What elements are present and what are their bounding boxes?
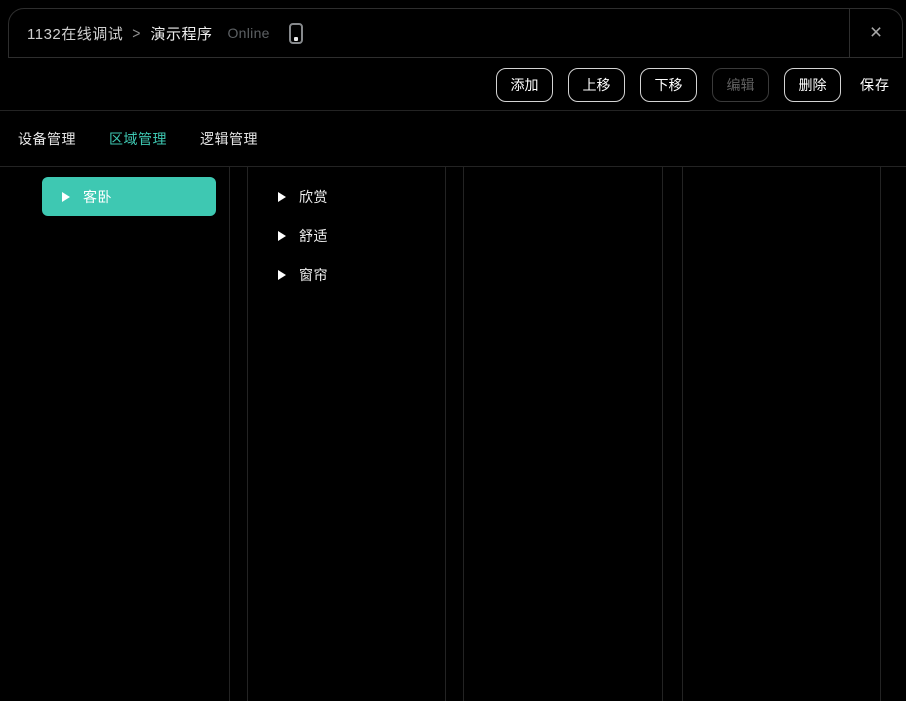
tree-item[interactable]: 欣赏 [248,177,445,216]
tree-item-label: 客卧 [83,188,112,205]
breadcrumb-current: 演示程序 [150,25,213,43]
panel-level-1: 客卧 [0,167,230,701]
breadcrumb-root[interactable]: 1132在线调试 [27,23,123,44]
toolbar-button-2[interactable]: 下移 [640,67,697,102]
expand-arrow-icon [278,191,286,202]
titlebar: 1132在线调试 > 演示程序 Online × [8,8,903,58]
panels: 客卧 欣赏舒适窗帘 [0,167,906,701]
breadcrumb-separator-icon: > [132,23,141,43]
toolbar-button-1[interactable]: 上移 [568,67,625,102]
tab-1-active[interactable]: 区域管理 [109,129,167,149]
tree-item-label: 窗帘 [299,266,328,283]
tree-item[interactable]: 窗帘 [248,255,445,294]
panel-level-2: 欣赏 舒适 窗帘 [247,167,446,701]
tab-bar: 设备管理 区域管理 逻辑管理 [0,112,906,167]
save-button[interactable]: 保存 [860,75,890,95]
panel-level-4 [682,167,881,701]
status-label: Online [227,25,270,41]
close-button[interactable]: × [849,9,902,57]
tree-item-label: 舒适 [299,227,328,244]
phone-icon [288,22,303,44]
expand-arrow-icon [62,191,70,202]
toolbar: 添加 上移 下移 编辑 删除 保存 [0,59,906,111]
toolbar-button-0[interactable]: 添加 [496,67,553,102]
toolbar-button-3: 编辑 [712,67,769,102]
tree-item-label: 欣赏 [299,188,328,205]
expand-arrow-icon [278,269,286,280]
tab-0[interactable]: 设备管理 [18,129,76,149]
toolbar-button-4[interactable]: 删除 [784,67,841,102]
tab-2[interactable]: 逻辑管理 [200,129,258,149]
expand-arrow-icon [278,230,286,241]
panel-level-3 [463,167,663,701]
close-icon: × [869,21,883,44]
tree-item-selected[interactable]: 客卧 [42,177,216,216]
breadcrumb: 1132在线调试 > 演示程序 Online [9,9,849,57]
tree-item[interactable]: 舒适 [248,216,445,255]
toolbar-buttons: 添加 上移 下移 编辑 删除 [496,67,841,102]
